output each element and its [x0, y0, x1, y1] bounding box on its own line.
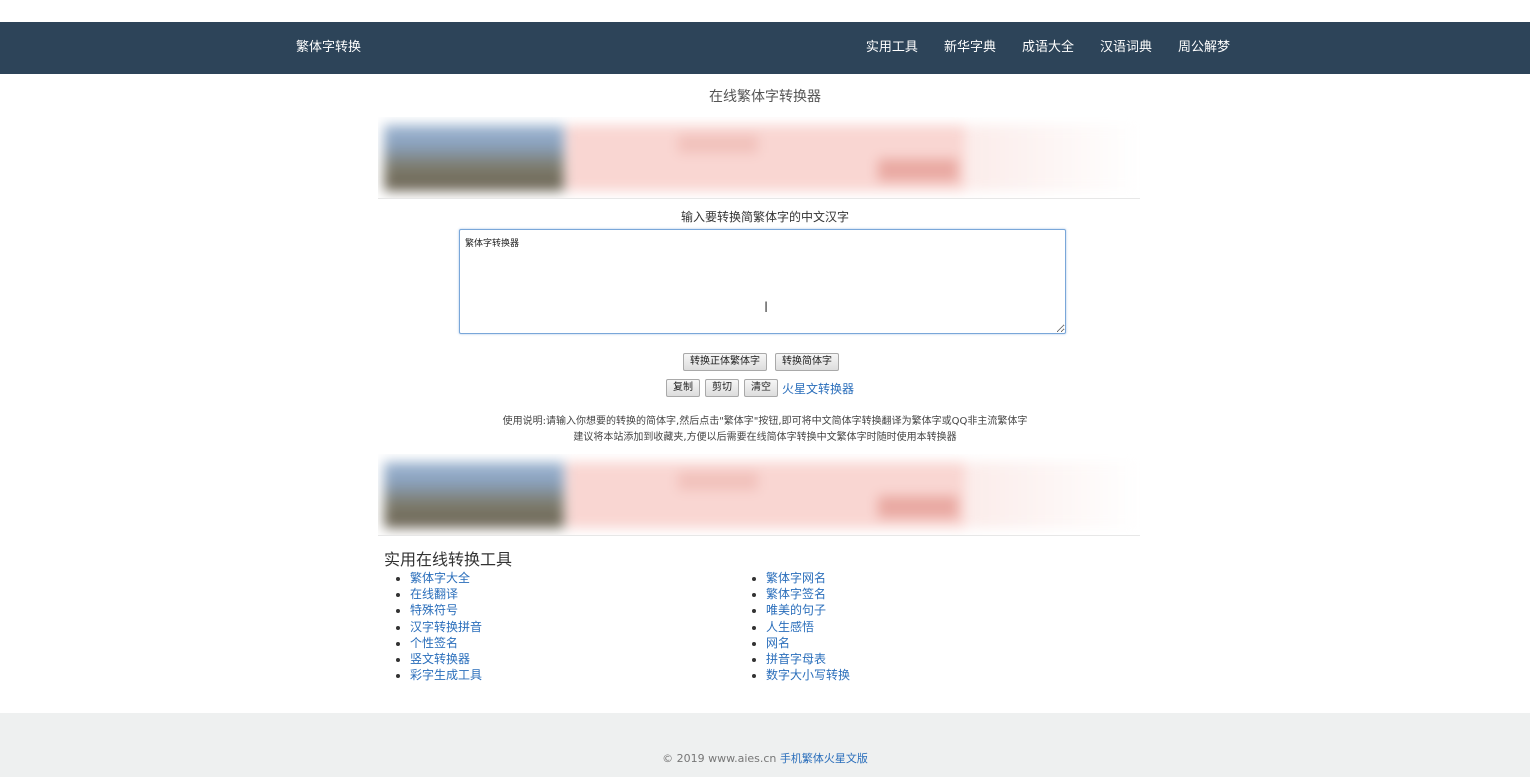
- ad-banner-image: [378, 117, 1140, 198]
- list-item: 特殊符号: [410, 602, 482, 618]
- convert-traditional-button[interactable]: 转换正体繁体字: [683, 353, 767, 371]
- copy-button[interactable]: 复制: [666, 379, 700, 397]
- tool-link[interactable]: 数字大小写转换: [766, 668, 850, 682]
- list-item: 个性签名: [410, 635, 482, 651]
- tool-link[interactable]: 繁体字网名: [766, 571, 826, 585]
- nav-link-idioms[interactable]: 成语大全: [1022, 22, 1074, 74]
- brand-link[interactable]: 繁体字转换: [296, 22, 361, 74]
- ad-banner-bottom[interactable]: [378, 454, 1140, 536]
- convert-simplified-button[interactable]: 转换简体字: [775, 353, 839, 371]
- tool-link[interactable]: 拼音字母表: [766, 652, 826, 666]
- tool-link[interactable]: 繁体字签名: [766, 587, 826, 601]
- list-item: 繁体字签名: [766, 586, 850, 602]
- footer: © 2019 www.aies.cn 手机繁体火星文版: [0, 713, 1530, 777]
- tool-list-right: 繁体字网名 繁体字签名 唯美的句子 人生感悟 网名 拼音字母表 数字大小写转换: [740, 570, 850, 683]
- tool-link[interactable]: 个性签名: [410, 636, 458, 650]
- instruction-line: 使用说明:请输入你想要的转换的简体字,然后点击"繁体字"按钮,即可将中文简体字转…: [502, 416, 1028, 427]
- nav-links: 实用工具 新华字典 成语大全 汉语词典 周公解梦: [866, 22, 1230, 74]
- input-label: 输入要转换简繁体字的中文汉字: [680, 210, 849, 224]
- footer-text: © 2019 www.aies.cn 手机繁体火星文版: [0, 750, 1530, 766]
- nav-link-dreams[interactable]: 周公解梦: [1178, 22, 1230, 74]
- instruction-line: 建议将本站添加到收藏夹,方便以后需要在线简体字转换中文繁体字时随时使用本转换器: [573, 432, 957, 443]
- list-item: 网名: [766, 635, 850, 651]
- nav-link-dictionary[interactable]: 新华字典: [944, 22, 996, 74]
- list-item: 在线翻译: [410, 586, 482, 602]
- nav-link-words[interactable]: 汉语词典: [1100, 22, 1152, 74]
- list-item: 唯美的句子: [766, 602, 850, 618]
- list-item: 汉字转换拼音: [410, 619, 482, 635]
- mobile-version-link[interactable]: 手机繁体火星文版: [780, 752, 868, 765]
- tool-link[interactable]: 网名: [766, 636, 790, 650]
- cut-button[interactable]: 剪切: [705, 379, 739, 397]
- ad-banner-top[interactable]: [378, 117, 1140, 199]
- clear-button[interactable]: 清空: [744, 379, 778, 397]
- list-item: 竖文转换器: [410, 651, 482, 667]
- tool-link[interactable]: 汉字转换拼音: [410, 620, 482, 634]
- tool-link[interactable]: 竖文转换器: [410, 652, 470, 666]
- tool-link[interactable]: 繁体字大全: [410, 571, 470, 585]
- tool-link[interactable]: 人生感悟: [766, 620, 814, 634]
- mars-text-converter-link[interactable]: 火星文转换器: [782, 380, 854, 397]
- tool-list-left: 繁体字大全 在线翻译 特殊符号 汉字转换拼音 个性签名 竖文转换器 彩字生成工具: [384, 570, 482, 683]
- nav-link-tools[interactable]: 实用工具: [866, 22, 918, 74]
- ad-banner-image: [378, 454, 1140, 535]
- list-item: 繁体字网名: [766, 570, 850, 586]
- list-item: 繁体字大全: [410, 570, 482, 586]
- list-item: 彩字生成工具: [410, 667, 482, 683]
- page-title: 在线繁体字转换器: [709, 89, 821, 105]
- usage-instructions: 使用说明:请输入你想要的转换的简体字,然后点击"繁体字"按钮,即可将中文简体字转…: [0, 414, 1530, 446]
- list-item: 拼音字母表: [766, 651, 850, 667]
- text-cursor-icon: I: [764, 300, 769, 316]
- tool-link[interactable]: 唯美的句子: [766, 603, 826, 617]
- tool-link[interactable]: 在线翻译: [410, 587, 458, 601]
- copyright-text: © 2019 www.aies.cn: [662, 752, 777, 765]
- list-item: 人生感悟: [766, 619, 850, 635]
- conversion-textarea[interactable]: [459, 229, 1066, 334]
- top-strip: [0, 0, 1530, 22]
- navbar: 繁体字转换 实用工具 新华字典 成语大全 汉语词典 周公解梦: [0, 22, 1530, 74]
- tool-link[interactable]: 特殊符号: [410, 603, 458, 617]
- tool-link[interactable]: 彩字生成工具: [410, 668, 482, 682]
- list-item: 数字大小写转换: [766, 667, 850, 683]
- tools-heading: 实用在线转换工具: [384, 550, 513, 569]
